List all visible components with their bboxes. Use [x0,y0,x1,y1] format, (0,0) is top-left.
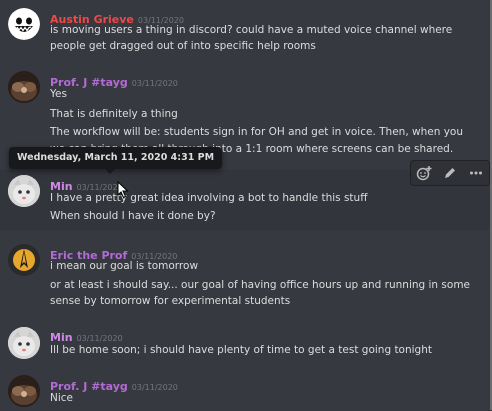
message-text: When should I have it done by? [50,210,216,222]
message-group: Prof. J #tayg 03/11/2020 Yes That is defi… [0,68,490,158]
message-text: Ill be home soon; i should have plenty o… [50,344,432,356]
avatar[interactable] [8,175,40,207]
pencil-icon[interactable] [441,164,459,182]
add-reaction-icon[interactable] [415,164,433,182]
message-group: Prof. J #tayg 03/11/2020 Nice [0,371,490,411]
avatar[interactable] [8,244,40,276]
timestamp[interactable]: 03/11/2020 [132,383,178,392]
message-text: Yes [50,88,67,100]
message-group: Eric the Prof 03/11/2020 i mean our goal … [0,240,490,312]
avatar[interactable] [8,375,40,407]
avatar[interactable] [8,8,40,40]
avatar[interactable] [8,71,40,103]
message-text: sense by tomorrow for experimental stude… [50,295,291,307]
message-text: is moving users a thing in discord? coul… [50,24,453,36]
message-hover-toolbar [410,160,490,186]
timestamp-tooltip: Wednesday, March 11, 2020 4:31 PM [9,147,223,174]
message-group: Austin Grieve 03/11/2020 is moving users … [0,0,490,60]
message-text: people get dragged out of into specific … [50,40,316,52]
message-text: That is definitely a thing [50,108,178,120]
avatar[interactable] [8,327,40,359]
message-group: Min 03/11/2020 Ill be home soon; i should… [0,322,490,364]
mouse-cursor-icon [117,181,129,199]
message-text: I have a pretty great idea involving a b… [50,192,368,204]
ellipsis-icon[interactable] [467,164,485,182]
timestamp[interactable]: 03/11/2020 [132,79,178,88]
message-text: The workflow will be: students sign in f… [50,126,463,138]
message-text: i mean our goal is tomorrow [50,260,199,272]
message-text: Nice [50,392,74,404]
message-text: or at least i should say... our goal of … [50,279,471,291]
